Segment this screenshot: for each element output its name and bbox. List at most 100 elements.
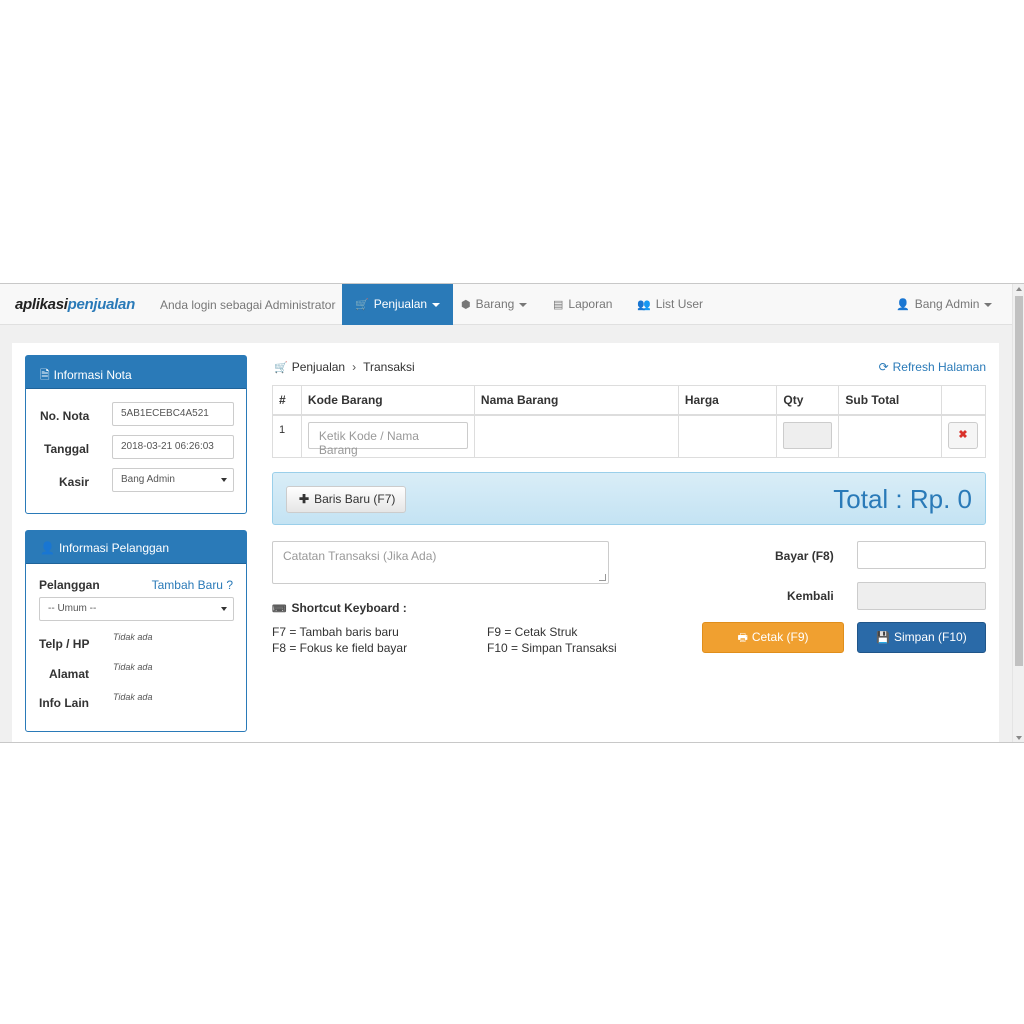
- col-header-kode: Kode Barang: [300, 385, 475, 416]
- nav-list-user-label: List User: [655, 297, 704, 311]
- col-header-qty: Qty: [776, 385, 840, 416]
- qty-input[interactable]: [783, 421, 833, 449]
- panel-pelanggan-title: Informasi Pelanggan: [58, 541, 170, 555]
- save-icon: 💾: [876, 632, 890, 644]
- plus-icon: ✚: [299, 492, 310, 506]
- col-header-subtotal: Sub Total: [838, 385, 942, 416]
- scroll-down-icon[interactable]: [1016, 736, 1022, 740]
- nav-laporan-label: Laporan: [568, 297, 613, 311]
- catatan-textarea[interactable]: Catatan Transaksi (Jika Ada): [272, 541, 609, 584]
- user-icon: 👤: [40, 541, 55, 555]
- shortcut-title-text: Shortcut Keyboard :: [291, 601, 407, 615]
- pelanggan-label: Pelanggan: [39, 578, 100, 592]
- baris-baru-label: Baris Baru (F7): [314, 492, 396, 506]
- select-arrow-icon: [221, 607, 227, 611]
- cell-nama: [473, 414, 679, 458]
- caret-down-icon: [984, 302, 993, 307]
- pelanggan-select-value: -- Umum --: [48, 603, 97, 614]
- cetak-label: Cetak (F9): [751, 630, 809, 644]
- cube-icon: ⬢: [461, 299, 471, 311]
- nav-barang-label: Barang: [475, 297, 515, 311]
- catatan-placeholder: Catatan Transaksi (Jika Ada): [283, 549, 437, 563]
- nav-penjualan-label: Penjualan: [373, 297, 428, 311]
- no-nota-field[interactable]: 5AB1ECEBC4A521: [112, 402, 234, 426]
- kode-barang-input[interactable]: Ketik Kode / Nama Barang: [307, 421, 468, 457]
- no-nota-label: No. Nota: [40, 409, 90, 423]
- kembali-field: [857, 582, 986, 610]
- total-bar: ✚ Baris Baru (F7) Total : Rp. 0: [272, 472, 986, 525]
- user-icon: 👤: [896, 299, 910, 311]
- close-icon: ✖: [958, 428, 968, 441]
- panel-informasi-pelanggan: 👤 Informasi Pelanggan Pelanggan Tambah Ba…: [25, 530, 247, 732]
- baris-baru-button[interactable]: ✚ Baris Baru (F7): [286, 486, 407, 513]
- breadcrumb-current: Transaksi: [363, 360, 415, 374]
- panel-nota-title: Informasi Nota: [53, 368, 132, 382]
- resize-grip-icon[interactable]: [599, 574, 606, 581]
- info-lain-value: Tidak ada: [113, 692, 153, 702]
- shortcut-item: F9 = Cetak Struk: [487, 625, 578, 639]
- cetak-button[interactable]: 🖶 Cetak (F9): [702, 622, 844, 653]
- col-header-harga: Harga: [677, 385, 778, 416]
- kasir-select-value: Bang Admin: [121, 474, 175, 485]
- breadcrumb-separator: ›: [352, 360, 357, 374]
- cell-subtotal: [838, 414, 942, 458]
- kasir-label: Kasir: [59, 475, 90, 489]
- alamat-label: Alamat: [49, 667, 90, 681]
- bayar-label: Bayar (F8): [775, 549, 834, 563]
- tanggal-field[interactable]: 2018-03-21 06:26:03: [112, 435, 234, 459]
- select-arrow-icon: [221, 478, 227, 482]
- refresh-button[interactable]: ⟳ Refresh Halaman: [879, 360, 986, 374]
- file-icon: ▤: [553, 299, 564, 311]
- app-window: aplikasipenjualan Anda login sebagai Adm…: [0, 283, 1024, 743]
- shortcut-title: ⌨ Shortcut Keyboard :: [272, 601, 407, 615]
- users-icon: 👥: [637, 299, 651, 311]
- pelanggan-select[interactable]: -- Umum --: [39, 597, 234, 621]
- brand-part1: aplikasi: [15, 296, 68, 313]
- print-icon: 🖶: [737, 632, 748, 644]
- panel-pelanggan-header: 👤 Informasi Pelanggan: [26, 531, 246, 564]
- simpan-label: Simpan (F10): [894, 630, 967, 644]
- navbar: aplikasipenjualan Anda login sebagai Adm…: [0, 284, 1012, 325]
- breadcrumb-root[interactable]: Penjualan: [292, 360, 345, 374]
- nav-list-user[interactable]: 👥 List User: [637, 284, 703, 325]
- cell-kode: Ketik Kode / Nama Barang: [300, 414, 475, 458]
- alamat-value: Tidak ada: [113, 662, 153, 672]
- nav-penjualan[interactable]: 🛒 Penjualan: [342, 284, 454, 325]
- kasir-select[interactable]: Bang Admin: [112, 468, 234, 492]
- total-display: Total : Rp. 0: [833, 484, 972, 514]
- telp-label: Telp / HP: [39, 637, 90, 651]
- panel-informasi-nota: 🗎 Informasi Nota No. Nota 5AB1ECEBC4A521 …: [25, 355, 247, 514]
- cell-qty: [776, 414, 840, 458]
- user-menu-label: Bang Admin: [914, 297, 980, 311]
- table-row: 1 Ketik Kode / Nama Barang ✖: [272, 414, 987, 458]
- vertical-scrollbar[interactable]: [1012, 284, 1024, 742]
- caret-down-icon: [432, 302, 441, 307]
- row-number: 1: [272, 414, 302, 458]
- simpan-button[interactable]: 💾 Simpan (F10): [857, 622, 986, 653]
- brand-part2: penjualan: [67, 296, 136, 313]
- shortcut-item: F10 = Simpan Transaksi: [487, 641, 617, 655]
- scrollbar-thumb[interactable]: [1015, 296, 1023, 666]
- refresh-icon: ⟳: [878, 360, 889, 374]
- nav-barang[interactable]: ⬢ Barang: [461, 284, 528, 325]
- keyboard-icon: ⌨: [272, 604, 287, 615]
- login-status-text: Anda login sebagai Administrator: [160, 298, 336, 312]
- main-container: 🗎 Informasi Nota No. Nota 5AB1ECEBC4A521 …: [12, 343, 999, 742]
- panel-nota-header: 🗎 Informasi Nota: [26, 356, 246, 389]
- delete-row-button[interactable]: ✖: [947, 421, 978, 449]
- table-header-row: # Kode Barang Nama Barang Harga Qty Sub …: [272, 385, 987, 416]
- bayar-input[interactable]: [857, 541, 986, 569]
- refresh-label: Refresh Halaman: [892, 360, 986, 374]
- user-menu[interactable]: 👤 Bang Admin: [896, 284, 993, 325]
- cell-harga: [677, 414, 778, 458]
- col-header-nama: Nama Barang: [473, 385, 679, 416]
- nav-laporan[interactable]: ▤ Laporan: [553, 284, 612, 325]
- brand-logo[interactable]: aplikasipenjualan: [15, 296, 135, 313]
- scroll-up-icon[interactable]: [1016, 287, 1022, 291]
- kembali-label: Kembali: [787, 589, 834, 603]
- cart-icon: 🛒: [355, 299, 369, 311]
- shortcut-item: F8 = Fokus ke field bayar: [272, 641, 408, 655]
- col-header-no: #: [272, 385, 302, 416]
- shortcut-item: F7 = Tambah baris baru: [272, 625, 399, 639]
- tambah-baru-link[interactable]: Tambah Baru ?: [152, 578, 233, 592]
